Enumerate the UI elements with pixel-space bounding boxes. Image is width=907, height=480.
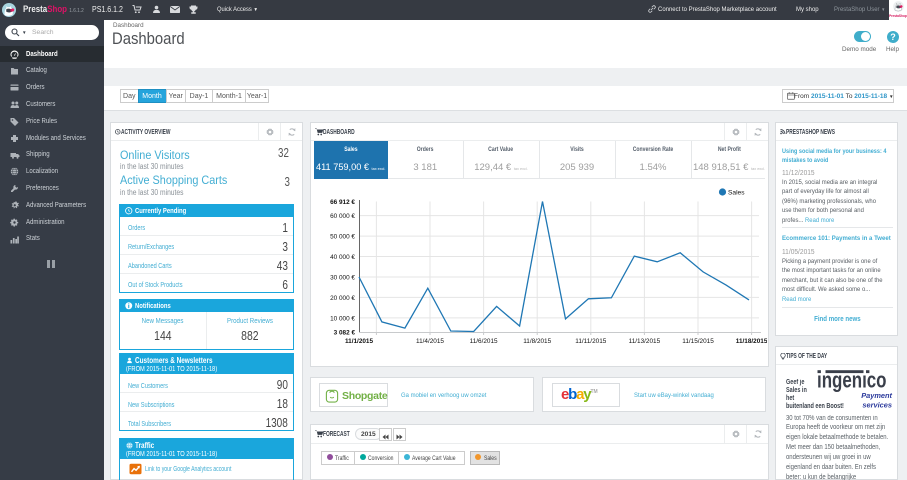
svg-text:11/8/2015: 11/8/2015 bbox=[523, 338, 551, 345]
svg-text:services: services bbox=[862, 401, 892, 410]
svg-text:3 082 €: 3 082 € bbox=[334, 330, 356, 337]
svg-text:Payment: Payment bbox=[861, 391, 892, 400]
svg-text:50 000 €: 50 000 € bbox=[330, 234, 355, 241]
svg-text:10 000 €: 10 000 € bbox=[330, 315, 355, 322]
svg-text:11/4/2015: 11/4/2015 bbox=[416, 338, 444, 345]
svg-text:11/13/2015: 11/13/2015 bbox=[629, 338, 661, 345]
svg-text:11/18/2015: 11/18/2015 bbox=[736, 338, 767, 345]
svg-text:Sales: Sales bbox=[728, 190, 745, 197]
svg-text:30 000 €: 30 000 € bbox=[330, 275, 355, 282]
svg-text:20 000 €: 20 000 € bbox=[330, 295, 355, 302]
svg-text:60 000 €: 60 000 € bbox=[330, 213, 355, 220]
svg-text:40 000 €: 40 000 € bbox=[330, 254, 355, 261]
svg-text:66 912 €: 66 912 € bbox=[330, 199, 355, 206]
svg-text:11/6/2015: 11/6/2015 bbox=[470, 338, 498, 345]
svg-text:11/1/2015: 11/1/2015 bbox=[345, 338, 374, 345]
svg-text:11/11/2015: 11/11/2015 bbox=[575, 338, 606, 345]
svg-text:11/15/2015: 11/15/2015 bbox=[682, 338, 714, 345]
